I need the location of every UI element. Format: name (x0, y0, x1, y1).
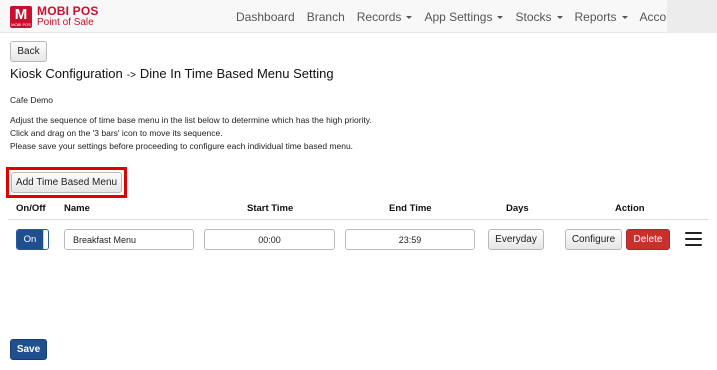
nav-label: Stocks (515, 9, 552, 24)
toggle-handle (43, 230, 48, 249)
nav-app-settings[interactable]: App Settings (418, 10, 509, 24)
nav-stocks[interactable]: Stocks (509, 10, 568, 24)
delete-button[interactable]: Delete (626, 229, 670, 250)
nav-label: Dashboard (236, 9, 295, 24)
instruction-line: Please save your settings before proceed… (10, 141, 354, 151)
brand-logo[interactable]: M MOBI POS MOBI POS Point of Sale (10, 4, 99, 29)
page-title: Kiosk Configuration -> Dine In Time Based … (10, 66, 334, 81)
logo-letter: M (14, 5, 28, 23)
nav-label: Records (356, 9, 402, 24)
brand-subtitle: Point of Sale (37, 17, 94, 28)
header-name: Name (64, 203, 90, 214)
days-button[interactable]: Everyday (488, 229, 544, 250)
main-nav: Dashboard Branch Records App Settings St… (230, 0, 706, 33)
header-action: Action (615, 203, 645, 214)
mobipos-logo-icon: M MOBI POS (10, 5, 32, 28)
company-name: Cafe Demo (10, 95, 53, 105)
instruction-line: Adjust the sequence of time base menu in… (10, 115, 372, 125)
navbar: M MOBI POS MOBI POS Point of Sale Dashbo… (0, 0, 717, 33)
on-off-toggle[interactable]: On (16, 229, 49, 250)
title-arrow: -> (126, 70, 136, 81)
start-time-input[interactable]: 00:00 (204, 229, 335, 250)
configure-button[interactable]: Configure (565, 229, 622, 250)
page-title-main: Kiosk Configuration (10, 66, 123, 81)
nav-label: Branch (306, 9, 345, 24)
logo-subtext: MOBI POS (11, 21, 31, 27)
nav-records[interactable]: Records (351, 10, 419, 24)
nav-branch[interactable]: Branch (301, 10, 351, 24)
nav-dashboard[interactable]: Dashboard (230, 10, 301, 24)
table-divider (8, 219, 708, 220)
save-button[interactable]: Save (10, 339, 47, 360)
add-time-based-menu-button[interactable]: Add Time Based Menu (11, 172, 122, 193)
nav-label: App Settings (424, 9, 493, 24)
menu-name-input[interactable]: Breakfast Menu (64, 229, 194, 250)
brand-title: MOBI POS (37, 4, 99, 18)
header-end-time: End Time (389, 203, 432, 214)
drag-handle-icon[interactable] (685, 232, 702, 246)
header-days: Days (506, 203, 529, 214)
instruction-line: Click and drag on the '3 bars' icon to m… (10, 128, 223, 138)
caret-down-icon (406, 15, 413, 19)
brand-text: MOBI POS Point of Sale (37, 5, 99, 28)
header-start-time: Start Time (247, 203, 294, 214)
page-title-sub: Dine In Time Based Menu Setting (139, 66, 334, 81)
nav-label: Reports (574, 9, 617, 24)
toggle-on-label: On (17, 230, 43, 249)
back-button[interactable]: Back (10, 41, 47, 62)
nav-user-area[interactable] (667, 0, 717, 33)
caret-down-icon (556, 15, 563, 19)
caret-down-icon (621, 15, 628, 19)
end-time-input[interactable]: 23:59 (345, 229, 475, 250)
header-onoff: On/Off (16, 203, 46, 214)
nav-reports[interactable]: Reports (569, 10, 634, 24)
caret-down-icon (497, 15, 504, 19)
